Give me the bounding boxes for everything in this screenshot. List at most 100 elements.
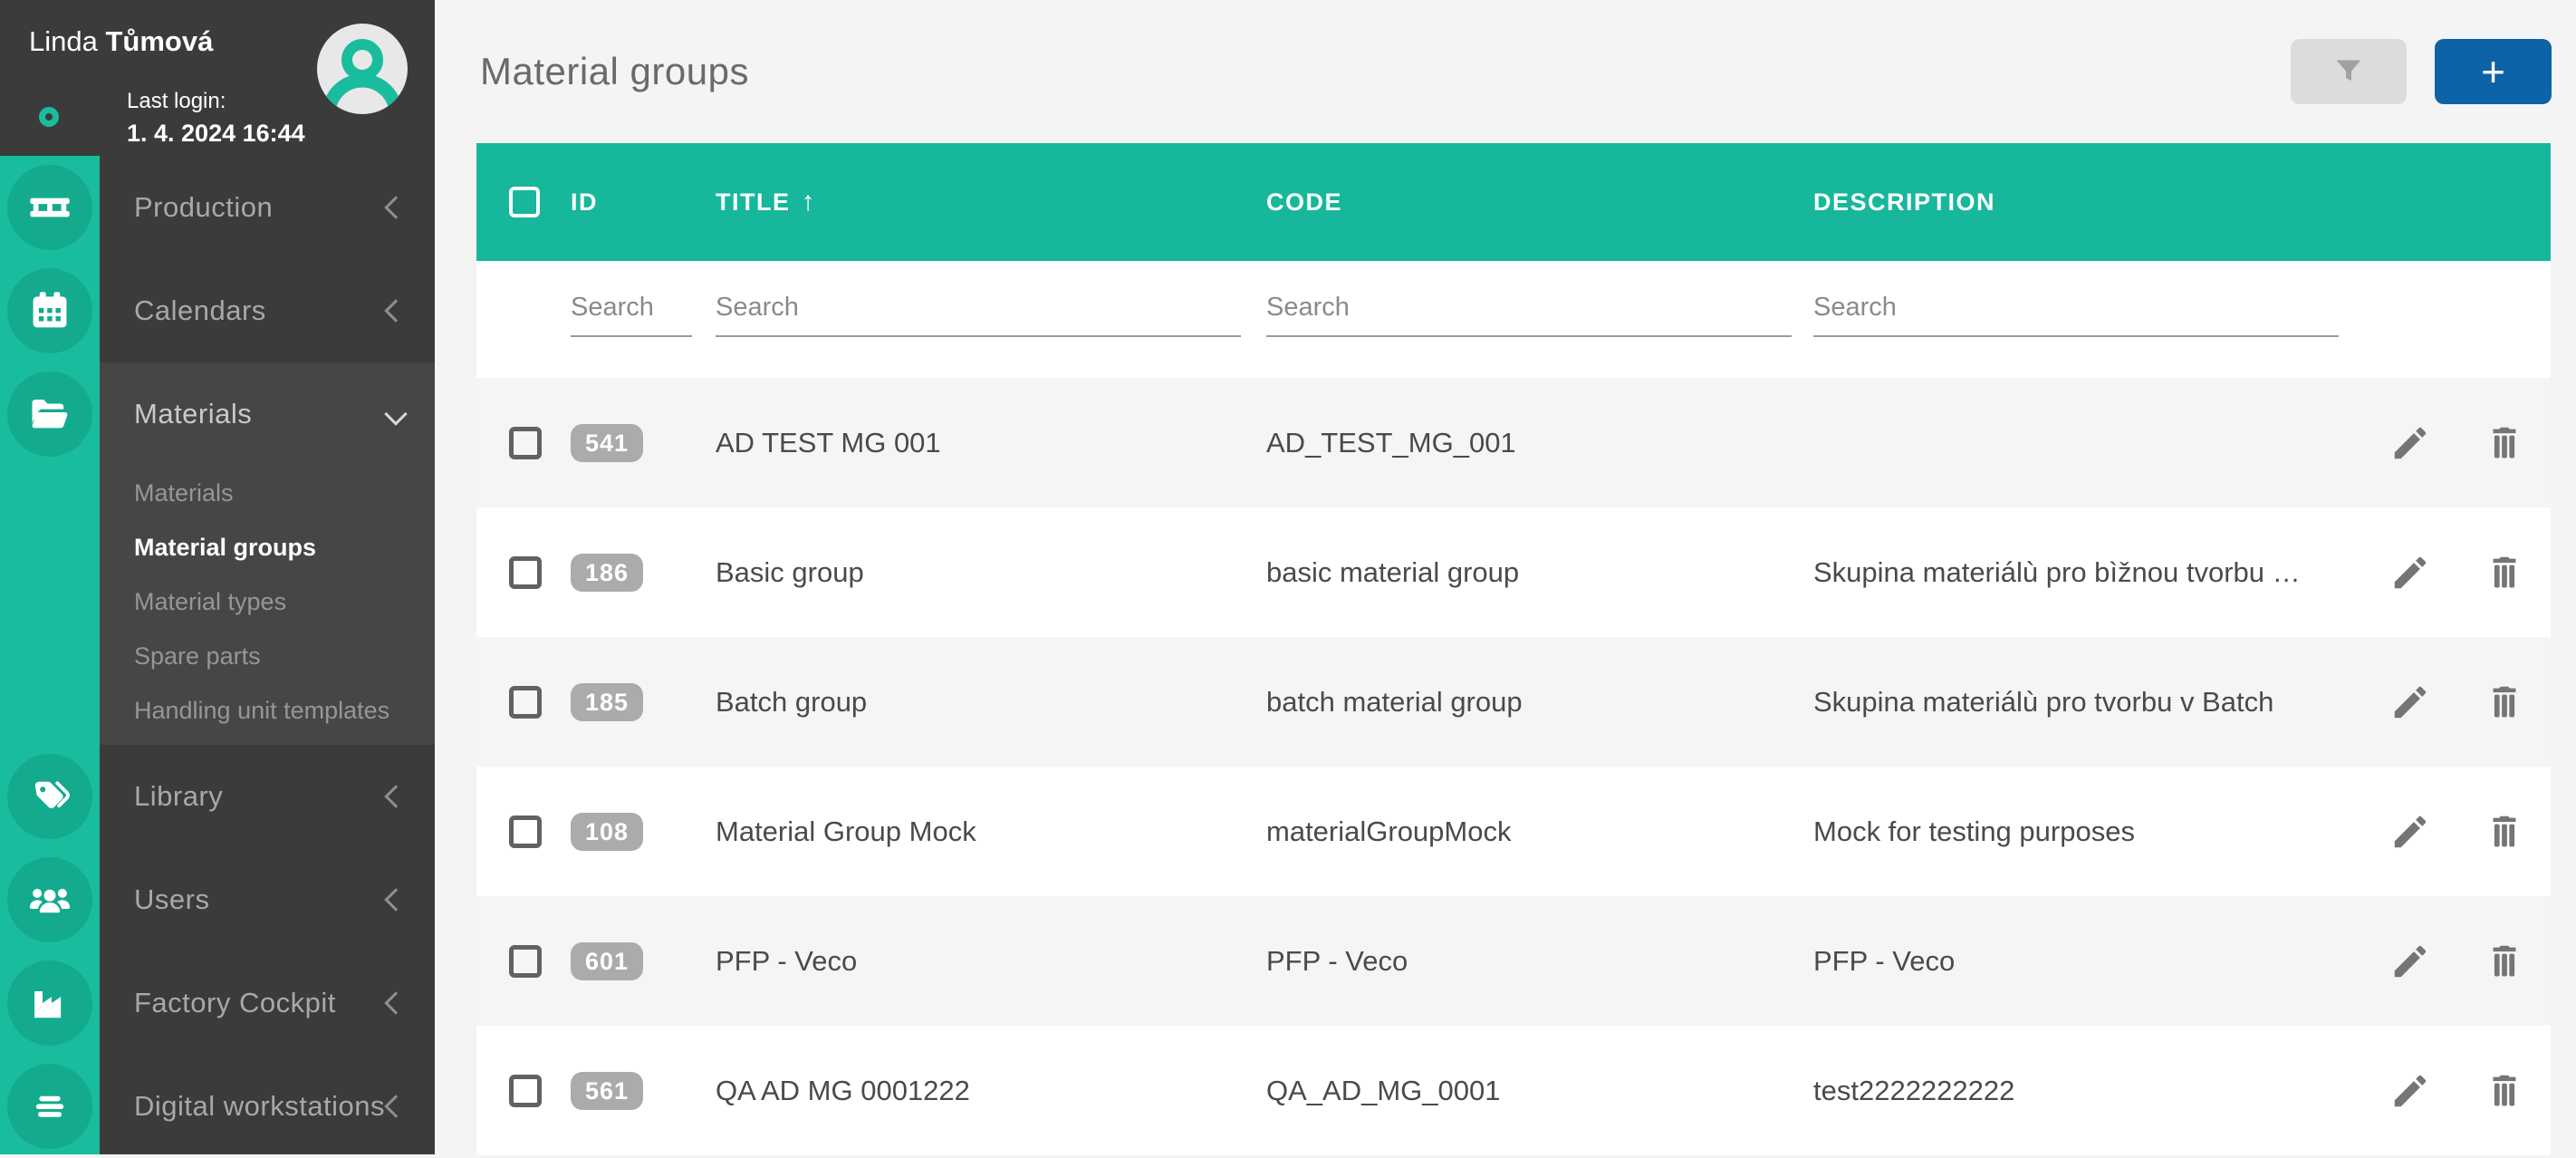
- users-icon[interactable]: [7, 857, 92, 942]
- sidebar-subitem-label: Materials: [134, 479, 234, 507]
- page-title: Material groups: [480, 50, 749, 93]
- row-checkbox[interactable]: [509, 815, 542, 848]
- sidebar-item-materials[interactable]: Materials: [100, 362, 435, 466]
- description-search-input[interactable]: [1813, 279, 2339, 337]
- user-first-name: Linda: [29, 25, 98, 57]
- trash-icon: [2484, 681, 2525, 723]
- code-cell: AD_TEST_MG_001: [1266, 427, 1813, 459]
- chevron-left-icon: [384, 991, 407, 1014]
- table-row[interactable]: 561 QA AD MG 0001222 QA_AD_MG_0001 test2…: [476, 1026, 2551, 1155]
- id-badge: 541: [571, 424, 643, 462]
- row-checkbox[interactable]: [509, 556, 542, 589]
- title-cell: Batch group: [716, 686, 1266, 719]
- sidebar-item-label: Digital workstations: [134, 1090, 385, 1123]
- edit-button[interactable]: [2389, 422, 2431, 464]
- sidebar-item-factory-cockpit[interactable]: Factory Cockpit: [100, 951, 435, 1055]
- user-name: Linda Tůmová: [29, 25, 213, 58]
- sidebar-subitem-materials[interactable]: Materials: [100, 466, 435, 520]
- code-cell: materialGroupMock: [1266, 815, 1813, 848]
- code-cell: QA_AD_MG_0001: [1266, 1075, 1813, 1107]
- digital-workstations-icon[interactable]: [7, 1064, 92, 1149]
- pencil-icon: [2389, 422, 2431, 464]
- code-search-input[interactable]: [1266, 279, 1792, 337]
- title-cell: Material Group Mock: [716, 815, 1266, 848]
- edit-button[interactable]: [2389, 552, 2431, 593]
- title-cell: Basic group: [716, 556, 1266, 589]
- sidebar-item-calendars[interactable]: Calendars: [100, 259, 435, 362]
- sidebar-subitem-material-groups[interactable]: Material groups: [100, 520, 435, 574]
- material-groups-table: ID TITLE↑ CODE DESCRIPTION 541 AD TEST M…: [476, 143, 2551, 1155]
- chevron-left-icon: [384, 888, 407, 911]
- row-checkbox[interactable]: [509, 686, 542, 719]
- sidebar-subitem-label: Spare parts: [134, 642, 261, 671]
- chevron-left-icon: [384, 299, 407, 322]
- sidebar-item-label: Users: [134, 883, 209, 916]
- edit-button[interactable]: [2389, 1070, 2431, 1112]
- table-row[interactable]: 108 Material Group Mock materialGroupMoc…: [476, 767, 2551, 896]
- description-cell: Skupina materiálù pro bìžnou tvorbu mimo…: [1813, 556, 2339, 589]
- pencil-icon: [2389, 681, 2431, 723]
- folder-open-icon[interactable]: [7, 372, 92, 457]
- edit-button[interactable]: [2389, 811, 2431, 853]
- production-icon[interactable]: [7, 165, 92, 250]
- last-login-value: 1. 4. 2024 16:44: [127, 120, 305, 148]
- code-cell: PFP - Veco: [1266, 945, 1813, 978]
- sidebar-subitem-label: Handling unit templates: [134, 697, 389, 725]
- title-cell: AD TEST MG 001: [716, 427, 1266, 459]
- trash-icon: [2484, 552, 2525, 593]
- table-body: 541 AD TEST MG 001 AD_TEST_MG_001 186 Ba…: [476, 378, 2551, 1155]
- pencil-icon: [2389, 1070, 2431, 1112]
- filter-button[interactable]: [2291, 39, 2407, 104]
- sidebar-item-digital-workstations[interactable]: Digital workstations: [100, 1055, 435, 1158]
- title-cell: QA AD MG 0001222: [716, 1075, 1266, 1107]
- table-row[interactable]: 541 AD TEST MG 001 AD_TEST_MG_001: [476, 378, 2551, 507]
- funnel-icon: [2331, 53, 2367, 90]
- sidebar-item-production[interactable]: Production: [100, 156, 435, 259]
- delete-button[interactable]: [2484, 422, 2525, 464]
- user-last-name: Tůmová: [105, 25, 213, 57]
- title-search-input[interactable]: [716, 279, 1241, 337]
- chevron-left-icon: [384, 1095, 407, 1117]
- sidebar-item-label: Materials: [134, 398, 252, 430]
- delete-button[interactable]: [2484, 1070, 2525, 1112]
- column-header-code[interactable]: CODE: [1266, 188, 1813, 217]
- sidebar-item-users[interactable]: Users: [100, 848, 435, 951]
- edit-button[interactable]: [2389, 681, 2431, 723]
- code-cell: basic material group: [1266, 556, 1813, 589]
- chevron-down-icon: [384, 402, 407, 425]
- sidebar-subitem-handling-unit-templates[interactable]: Handling unit templates: [100, 683, 435, 738]
- table-row[interactable]: 186 Basic group basic material group Sku…: [476, 507, 2551, 637]
- trash-icon: [2484, 422, 2525, 464]
- add-button[interactable]: +: [2435, 39, 2552, 104]
- materials-section: Materials Materials Material groups Mate…: [100, 362, 435, 745]
- row-checkbox[interactable]: [509, 1075, 542, 1107]
- delete-button[interactable]: [2484, 552, 2525, 593]
- table-row[interactable]: 601 PFP - Veco PFP - Veco PFP - Veco: [476, 896, 2551, 1026]
- delete-button[interactable]: [2484, 811, 2525, 853]
- delete-button[interactable]: [2484, 941, 2525, 982]
- sidebar-subitem-material-types[interactable]: Material types: [100, 574, 435, 629]
- row-checkbox[interactable]: [509, 427, 542, 459]
- select-all-checkbox[interactable]: [509, 187, 540, 217]
- description-cell: Skupina materiálù pro tvorbu v Batch: [1813, 686, 2339, 719]
- table-row[interactable]: 185 Batch group batch material group Sku…: [476, 637, 2551, 767]
- tag-icon[interactable]: [7, 754, 92, 839]
- calendar-icon[interactable]: [7, 268, 92, 353]
- id-badge: 186: [571, 554, 643, 592]
- status-indicator-icon: [39, 107, 59, 127]
- column-header-id[interactable]: ID: [571, 188, 716, 217]
- pencil-icon: [2389, 941, 2431, 982]
- sidebar-subitem-spare-parts[interactable]: Spare parts: [100, 629, 435, 683]
- pencil-icon: [2389, 811, 2431, 853]
- delete-button[interactable]: [2484, 681, 2525, 723]
- table-header: ID TITLE↑ CODE DESCRIPTION: [476, 143, 2551, 261]
- factory-icon[interactable]: [7, 960, 92, 1046]
- avatar[interactable]: [317, 24, 408, 114]
- column-header-description[interactable]: DESCRIPTION: [1813, 188, 2339, 217]
- id-search-input[interactable]: [571, 279, 692, 337]
- sidebar: Linda Tůmová Last login: 1. 4. 2024 16:4…: [0, 0, 435, 1154]
- column-header-title[interactable]: TITLE↑: [716, 187, 1266, 217]
- edit-button[interactable]: [2389, 941, 2431, 982]
- row-checkbox[interactable]: [509, 945, 542, 978]
- sidebar-item-library[interactable]: Library: [100, 745, 435, 848]
